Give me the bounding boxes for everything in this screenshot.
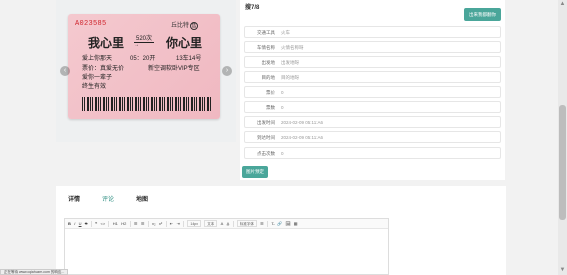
detail-tabs: 详情 评论 地图 bbox=[68, 194, 148, 203]
bullet-list-icon[interactable]: ☰ bbox=[141, 220, 145, 228]
ticket-time: 05：20开 bbox=[130, 56, 156, 62]
book-button[interactable]: 图片预定 bbox=[242, 166, 268, 178]
form-row-arrive-time[interactable]: 到达时间 2024-02-09 05:11:A6 bbox=[244, 131, 501, 143]
font-family-select[interactable]: 标准字体 bbox=[236, 220, 257, 227]
form-row-label: 点击次数 bbox=[257, 151, 275, 156]
code-icon[interactable]: <> bbox=[101, 220, 106, 228]
toolbar-divider bbox=[147, 220, 149, 227]
ticket-line3: 爱你一辈子 bbox=[82, 75, 113, 81]
form-heading: 搜7/8 bbox=[245, 5, 260, 11]
italic-icon[interactable]: I bbox=[74, 220, 75, 228]
outdent-icon[interactable]: ⇤ bbox=[170, 220, 173, 228]
bottom-section: 详情 评论 地图 B I U S ❝ <> H1 H2 ☰ ☰ x₂ x² ⇤ … bbox=[56, 186, 506, 275]
form-row-value: 0 bbox=[281, 151, 284, 156]
toolbar-divider bbox=[183, 220, 185, 227]
form-row-label: 到达时间 bbox=[257, 135, 275, 140]
toolbar-divider bbox=[108, 220, 110, 227]
page-root: A023585 丘比特售 我心里 520次 → 你心里 爱上你那天 05：20开… bbox=[0, 0, 567, 275]
toolbar-divider bbox=[232, 220, 234, 227]
blockquote-icon[interactable]: ❝ bbox=[95, 220, 97, 228]
heading2-icon[interactable]: H2 bbox=[121, 220, 126, 228]
tab-map[interactable]: 地图 bbox=[136, 194, 148, 203]
form-row-value: 2024-02-09 05:11:A6 bbox=[281, 120, 323, 125]
image-next-button[interactable]: › bbox=[222, 66, 232, 76]
form-row-value: 0 bbox=[281, 105, 284, 110]
scroll-down-icon[interactable]: ▼ bbox=[559, 267, 566, 274]
form-row-destination[interactable]: 目的地 目的地呀 bbox=[244, 71, 501, 83]
superscript-icon[interactable]: x² bbox=[159, 220, 162, 228]
form-row-value: 火车 bbox=[281, 30, 290, 35]
image-icon[interactable]: 🖼 bbox=[285, 220, 290, 228]
form-row-label: 车情名称 bbox=[257, 45, 275, 50]
toolbar-divider bbox=[165, 220, 167, 227]
form-row-value: 目的地呀 bbox=[281, 75, 299, 80]
ordered-list-icon[interactable]: ☰ bbox=[134, 220, 138, 228]
form-row-label: 票价 bbox=[266, 90, 275, 95]
browser-status-bar: 正在等待 www.cqiahuzm.com 的响应... bbox=[0, 269, 69, 275]
ticket-from: 我心里 bbox=[88, 36, 125, 50]
heading1-icon[interactable]: H1 bbox=[113, 220, 118, 228]
form-row-label: 出发地 bbox=[261, 60, 276, 65]
ticket-serial: A023585 bbox=[75, 20, 107, 28]
ticket-barcode bbox=[82, 97, 212, 111]
ticket-to: 你心里 bbox=[166, 36, 203, 50]
ticket-price: 票价：真爱无价 bbox=[82, 66, 125, 72]
ticket-line4: 终生有效 bbox=[82, 84, 107, 90]
tab-details[interactable]: 详情 bbox=[68, 194, 80, 203]
form-row-value: 2024-02-09 05:11:A6 bbox=[281, 135, 323, 140]
form-row-value: 出发地呀 bbox=[281, 60, 299, 65]
ticket-image-panel: A023585 丘比特售 我心里 520次 → 你心里 爱上你那天 05：20开… bbox=[56, 0, 236, 142]
ticket-checkin: 丘比特售 bbox=[171, 20, 199, 30]
form-row-departure[interactable]: 出发地 出发地呀 bbox=[244, 56, 501, 68]
background-color-icon[interactable]: A̲ bbox=[227, 220, 230, 228]
toolbar-divider bbox=[267, 220, 269, 227]
form-row-train-name[interactable]: 车情名称 火情名称呀 bbox=[244, 41, 501, 53]
form-row-label: 出发时间 bbox=[257, 120, 275, 125]
vertical-scrollbar[interactable]: ▲ ▼ bbox=[558, 0, 567, 275]
toolbar-divider bbox=[90, 220, 92, 227]
ticket-arrow: → bbox=[134, 42, 139, 48]
toolbar-divider bbox=[129, 220, 131, 227]
underline-icon[interactable]: U bbox=[79, 220, 82, 228]
indent-icon[interactable]: ⇥ bbox=[176, 220, 179, 228]
form-row-value: 0 bbox=[281, 90, 284, 95]
form-row-price[interactable]: 票价 0 bbox=[244, 86, 501, 98]
form-row-value: 火情名称呀 bbox=[281, 45, 304, 50]
bold-icon[interactable]: B bbox=[68, 220, 71, 228]
ticket-checkin-badge: 售 bbox=[190, 22, 199, 30]
font-size-select[interactable]: 14px bbox=[187, 220, 201, 227]
subscript-icon[interactable]: x₂ bbox=[152, 220, 156, 228]
ticket-image: A023585 丘比特售 我心里 520次 → 你心里 爱上你那天 05：20开… bbox=[68, 14, 220, 119]
font-color-icon[interactable]: A bbox=[221, 220, 224, 228]
align-icon[interactable]: ☰ bbox=[260, 220, 264, 228]
image-prev-button[interactable]: ‹ bbox=[60, 66, 70, 76]
detail-form-panel: 搜7/8 出来我都翻你 交通工具 火车 车情名称 火情名称呀 出发地 出发地呀 目的地… bbox=[240, 0, 505, 180]
tab-comments[interactable]: 评论 bbox=[102, 194, 114, 203]
scroll-thumb[interactable] bbox=[559, 105, 566, 220]
ticket-class: 新空调软卧VIP专区 bbox=[148, 66, 200, 72]
table-icon[interactable]: ▦ bbox=[294, 220, 298, 228]
form-row-clicks[interactable]: 点击次数 0 bbox=[244, 147, 501, 159]
scroll-up-icon[interactable]: ▲ bbox=[559, 1, 566, 8]
form-row-depart-time[interactable]: 出发时间 2024-02-09 05:11:A6 bbox=[244, 116, 501, 128]
form-row-transport[interactable]: 交通工具 火车 bbox=[244, 26, 501, 38]
ticket-seat: 13车14号 bbox=[176, 56, 202, 62]
comment-editor[interactable]: B I U S ❝ <> H1 H2 ☰ ☰ x₂ x² ⇤ ⇥ 14px 文本… bbox=[64, 218, 389, 275]
ticket-checkin-text: 丘比特 bbox=[171, 23, 190, 29]
form-row-tickets[interactable]: 票数 0 bbox=[244, 101, 501, 113]
form-row-label: 目的地 bbox=[261, 75, 276, 80]
form-row-label: 交通工具 bbox=[257, 30, 275, 35]
ticket-date: 爱上你那天 bbox=[82, 56, 113, 62]
editor-toolbar: B I U S ❝ <> H1 H2 ☰ ☰ x₂ x² ⇤ ⇥ 14px 文本… bbox=[65, 219, 388, 229]
link-icon[interactable]: 🔗 bbox=[277, 220, 282, 228]
text-style-select[interactable]: 文本 bbox=[204, 220, 218, 227]
top-action-button[interactable]: 出来我都翻你 bbox=[464, 8, 501, 21]
clear-format-icon[interactable]: T̶ bbox=[271, 220, 273, 228]
strikethrough-icon[interactable]: S bbox=[85, 220, 88, 228]
form-row-label: 票数 bbox=[266, 105, 275, 110]
